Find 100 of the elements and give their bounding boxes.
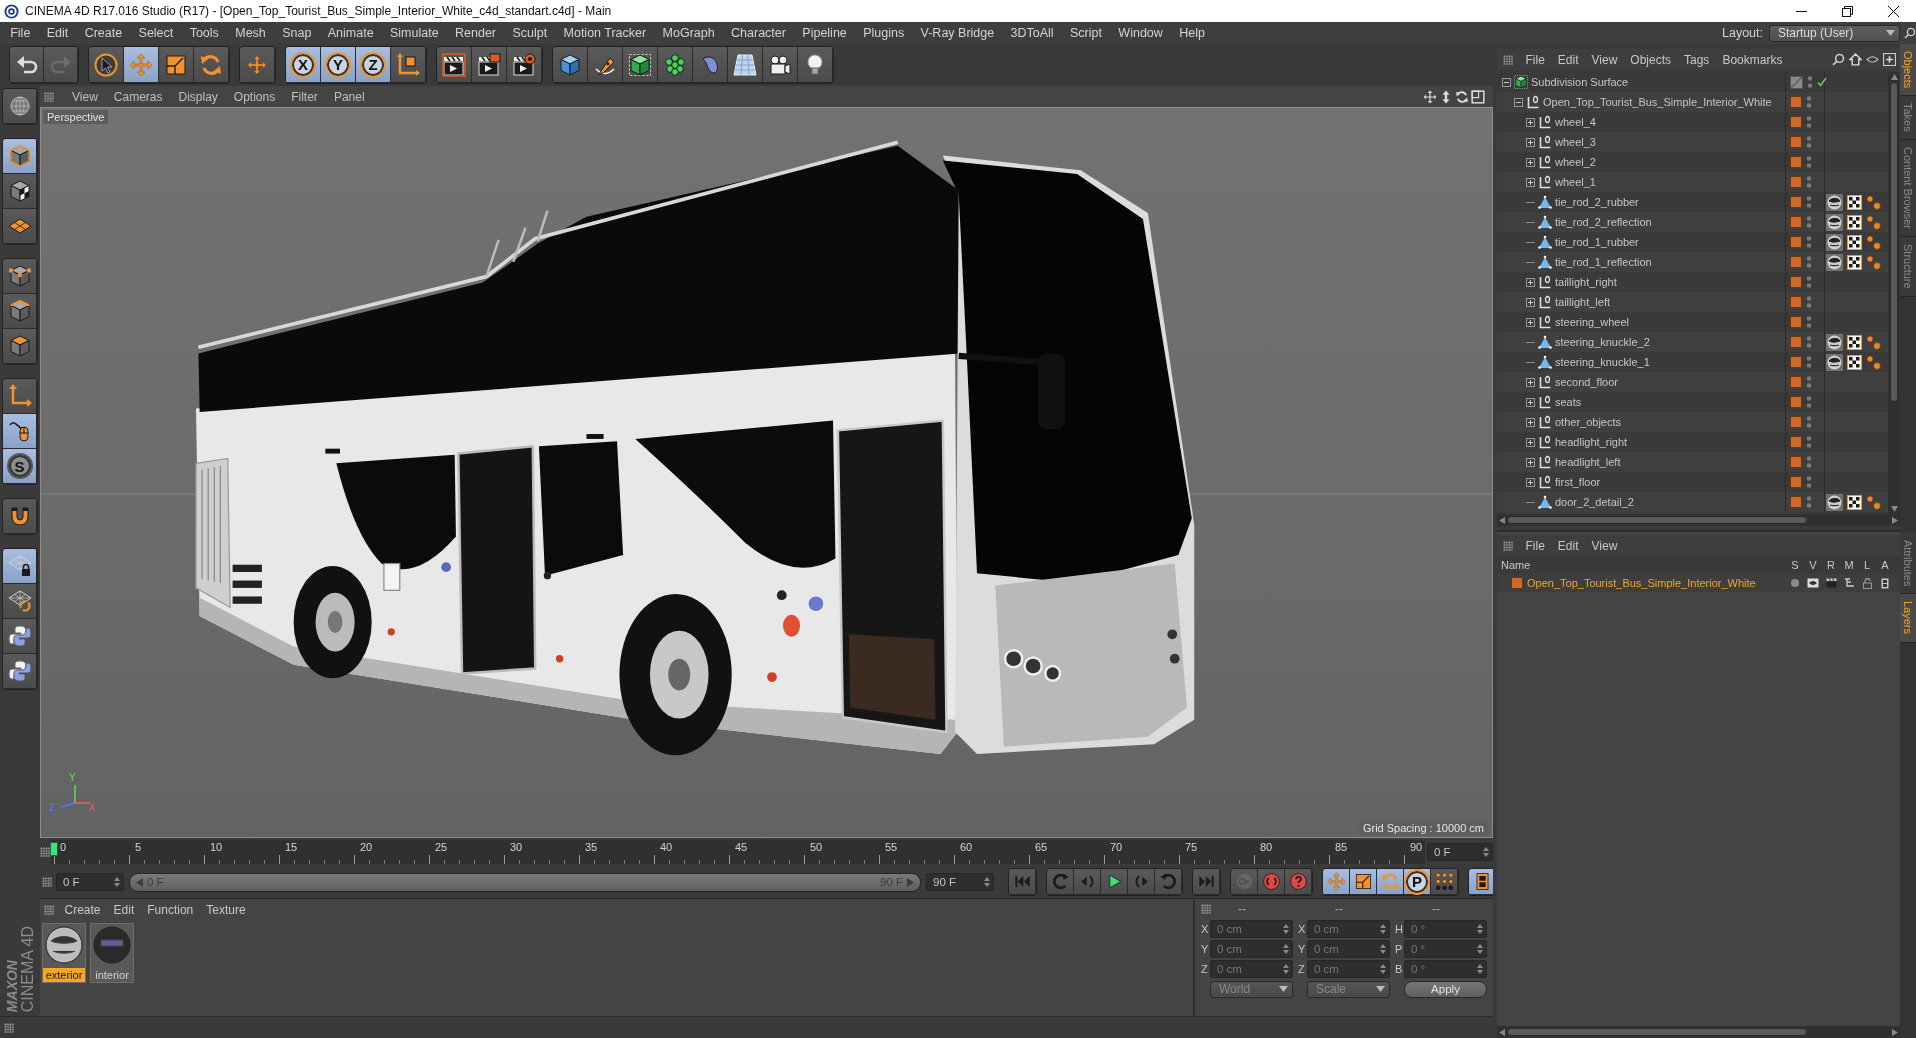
spin-arrows-icon[interactable] xyxy=(1477,944,1483,954)
spline-pen-button[interactable] xyxy=(588,47,623,83)
visibility-dots-icon[interactable] xyxy=(1806,275,1812,289)
material-thumbnail-icon[interactable] xyxy=(1826,193,1843,211)
visibility-dots-icon[interactable] xyxy=(1806,295,1812,309)
visibility-dots-icon[interactable] xyxy=(1806,135,1812,149)
object-row[interactable]: other_objects xyxy=(1497,412,1888,432)
next-key-button[interactable] xyxy=(1155,869,1182,895)
menu-item[interactable]: Filter xyxy=(283,89,326,104)
side-tab[interactable]: Takes xyxy=(1900,96,1916,141)
object-row[interactable]: second_floor xyxy=(1497,372,1888,392)
home-icon[interactable] xyxy=(1849,53,1862,66)
menu-item[interactable]: Character xyxy=(722,26,795,40)
visibility-dots-icon[interactable] xyxy=(1806,255,1812,269)
panel-grip-icon[interactable] xyxy=(1503,540,1513,551)
material-name[interactable]: exterior xyxy=(43,968,85,982)
point-level-button[interactable] xyxy=(1431,869,1458,895)
menu-item[interactable]: Plugins xyxy=(855,26,913,40)
visibility-dots-icon[interactable] xyxy=(1806,395,1812,409)
visibility-dots-icon[interactable] xyxy=(1806,95,1812,109)
coordinate-system-button[interactable] xyxy=(391,47,426,83)
menu-item[interactable]: MoGraph xyxy=(654,26,723,40)
plus-box-icon[interactable] xyxy=(1883,53,1896,66)
menu-item[interactable]: File xyxy=(1519,538,1552,553)
layer-swatch-icon[interactable] xyxy=(1790,476,1802,488)
visibility-dots-icon[interactable] xyxy=(1806,415,1812,429)
visibility-dots-icon[interactable] xyxy=(1806,435,1812,449)
menu-item[interactable]: Simulate xyxy=(381,26,447,40)
side-tab[interactable]: Layers xyxy=(1900,594,1916,643)
expand-toggle[interactable] xyxy=(1526,317,1535,327)
axis-lock-button[interactable]: Z xyxy=(356,47,391,83)
material-thumbnail-icon[interactable] xyxy=(1826,233,1843,251)
menu-item[interactable]: Bookmarks xyxy=(1715,52,1789,67)
layer-swatch-icon[interactable] xyxy=(1790,356,1802,368)
menu-item[interactable]: File xyxy=(1519,52,1552,67)
visibility-dots-icon[interactable] xyxy=(1806,155,1812,169)
layer-swatch-icon[interactable] xyxy=(1790,216,1802,228)
menu-item[interactable]: Animate xyxy=(319,26,382,40)
object-name[interactable]: headlight_left xyxy=(1555,456,1621,468)
visibility-dots-icon[interactable] xyxy=(1806,215,1812,229)
menu-item[interactable]: View xyxy=(64,89,106,104)
panel-grip-icon[interactable] xyxy=(42,877,52,887)
panel-grip-icon[interactable] xyxy=(40,847,50,857)
layer-swatch-icon[interactable] xyxy=(1790,196,1802,208)
visibility-dots-icon[interactable] xyxy=(1806,175,1812,189)
layer-swatch-icon[interactable] xyxy=(1790,276,1802,288)
object-name[interactable]: second_floor xyxy=(1555,376,1618,388)
side-tab[interactable]: Content Browser xyxy=(1900,140,1916,237)
keyframe-selection-button[interactable] xyxy=(1285,869,1312,895)
object-name[interactable]: wheel_4 xyxy=(1555,116,1596,128)
hatched-square-icon[interactable] xyxy=(1790,75,1803,89)
object-row[interactable]: Open_Top_Tourist_Bus_Simple_Interior_White xyxy=(1497,92,1888,112)
object-name[interactable]: wheel_1 xyxy=(1555,176,1596,188)
clapperboard-icon[interactable] xyxy=(1825,577,1837,588)
lock-workplane-button[interactable] xyxy=(3,549,37,584)
panel-grip-icon[interactable] xyxy=(44,91,54,102)
edges-mode-button[interactable] xyxy=(3,294,37,329)
check-icon[interactable] xyxy=(1817,77,1827,87)
move-tool-button[interactable] xyxy=(124,47,159,83)
object-row[interactable]: taillight_left xyxy=(1497,292,1888,312)
window-icon[interactable] xyxy=(1471,89,1485,104)
scrollbar-thumb[interactable] xyxy=(1507,516,1807,524)
scrollbar-thumb[interactable] xyxy=(1507,1028,1807,1036)
search-icon[interactable] xyxy=(1832,53,1845,66)
visibility-dots-icon[interactable] xyxy=(1806,475,1812,489)
menu-item[interactable]: Help xyxy=(1171,26,1214,40)
film-icon[interactable] xyxy=(1881,577,1889,589)
tweak-mode-button[interactable] xyxy=(3,414,37,449)
layer-swatch-icon[interactable] xyxy=(1790,96,1802,108)
object-name[interactable]: steering_knuckle_2 xyxy=(1555,336,1650,348)
visibility-dots-icon[interactable] xyxy=(1806,315,1812,329)
menu-item[interactable]: Sculpt xyxy=(504,26,556,40)
object-row[interactable]: steering_knuckle_2 xyxy=(1497,332,1888,352)
visibility-dots-icon[interactable] xyxy=(1806,235,1812,249)
object-name[interactable]: taillight_right xyxy=(1555,276,1617,288)
eye-icon[interactable] xyxy=(1807,577,1819,588)
model-mode-button[interactable] xyxy=(3,139,37,174)
menu-item[interactable]: Edit xyxy=(1551,52,1586,67)
layer-swatch-icon[interactable] xyxy=(1511,577,1523,589)
object-row[interactable]: door_2_detail_2 xyxy=(1497,492,1888,512)
checkerboard-icon[interactable] xyxy=(1847,254,1862,270)
dot-icon[interactable] xyxy=(1790,577,1800,588)
material-thumbnail-icon[interactable] xyxy=(1826,353,1843,371)
menu-item[interactable]: File xyxy=(2,26,39,40)
object-name[interactable]: Open_Top_Tourist_Bus_Simple_Interior_White xyxy=(1543,96,1772,108)
menu-item[interactable]: Select xyxy=(130,26,182,40)
dots-pair-icon[interactable] xyxy=(1866,254,1881,270)
material-thumbnail-icon[interactable] xyxy=(1826,253,1843,271)
layer-swatch-icon[interactable] xyxy=(1790,236,1802,248)
object-name[interactable]: other_objects xyxy=(1555,416,1622,428)
visibility-dots-icon[interactable] xyxy=(1806,375,1812,389)
layer-swatch-icon[interactable] xyxy=(1790,156,1802,168)
texture-mode-button[interactable] xyxy=(3,174,37,209)
cloner-button[interactable] xyxy=(658,47,693,83)
subdivision-surface-button[interactable] xyxy=(623,47,658,83)
menu-item[interactable]: Edit xyxy=(38,26,77,40)
dots-pair-icon[interactable] xyxy=(1866,194,1881,210)
menu-item[interactable]: Pipeline xyxy=(794,26,855,40)
object-name[interactable]: headlight_right xyxy=(1555,436,1628,448)
spin-arrows-icon[interactable] xyxy=(1283,924,1289,934)
